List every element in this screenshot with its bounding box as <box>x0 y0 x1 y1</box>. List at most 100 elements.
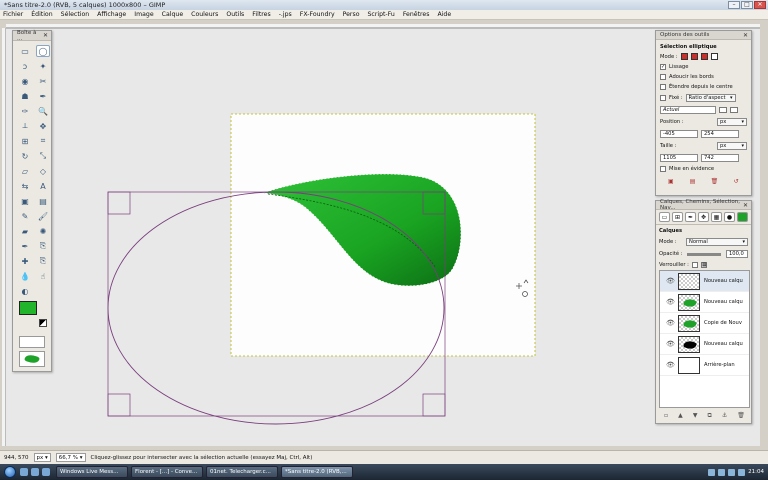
layer-row[interactable]: 👁 Nouveau calqu <box>660 271 749 292</box>
image-preview[interactable] <box>19 351 45 367</box>
menu-edition[interactable]: Édition <box>31 11 52 18</box>
layer-row[interactable]: 👁 Nouveau calqu <box>660 334 749 355</box>
position-unit-dropdown[interactable]: px ▾ <box>717 118 747 126</box>
menu-affichage[interactable]: Affichage <box>97 11 126 18</box>
handle-bottom-left[interactable] <box>107 393 131 417</box>
scissors-icon[interactable]: ✂ <box>36 75 50 87</box>
menu-fenetres[interactable]: Fenêtres <box>403 11 430 18</box>
ink-icon[interactable]: ✒ <box>18 240 32 252</box>
layer-row[interactable]: 👁 Nouveau calqu <box>660 292 749 313</box>
anchor-layer-icon[interactable]: ⚓ <box>722 412 727 419</box>
move-icon[interactable]: ✥ <box>36 120 50 132</box>
opacity-slider[interactable] <box>687 252 721 256</box>
tab-colormap-icon[interactable]: ▦ <box>711 212 722 222</box>
visibility-eye-icon[interactable]: 👁 <box>666 319 675 327</box>
menu-script-fu[interactable]: Script-Fu <box>367 11 394 18</box>
menu-calque[interactable]: Calque <box>162 11 184 18</box>
size-unit-dropdown[interactable]: px ▾ <box>717 142 747 150</box>
layer-row[interactable]: 👁 Copie de Nouv <box>660 313 749 334</box>
menu-image[interactable]: Image <box>134 11 153 18</box>
paintbrush-icon[interactable]: 🖌 <box>36 210 50 222</box>
menu-fichier[interactable]: Fichier <box>3 11 23 18</box>
opacity-input[interactable]: 100,0 <box>726 250 748 258</box>
clock[interactable]: 21:04 <box>748 469 764 475</box>
color-select-icon[interactable]: ◉ <box>18 75 32 87</box>
menu-couleurs[interactable]: Couleurs <box>191 11 218 18</box>
maximize-button[interactable]: □ <box>741 1 753 9</box>
layer-name[interactable]: Arrière-plan <box>704 362 735 368</box>
zoom-icon[interactable]: 🔍 <box>36 105 50 117</box>
tab-layers-icon[interactable]: ▭ <box>659 212 670 222</box>
tab-histogram-icon[interactable]: ● <box>724 212 735 222</box>
default-colors-icon[interactable] <box>39 319 47 327</box>
handle-bottom-right[interactable] <box>422 393 446 417</box>
bucket-fill-icon[interactable]: ▣ <box>18 195 32 207</box>
image-canvas[interactable] <box>6 28 646 446</box>
visibility-eye-icon[interactable]: 👁 <box>666 298 675 306</box>
clone-icon[interactable]: ⎘ <box>36 240 50 252</box>
position-x-input[interactable]: -405 <box>660 130 698 138</box>
fuzzy-select-icon[interactable]: ✦ <box>36 60 50 72</box>
smudge-icon[interactable]: ☝ <box>36 270 50 282</box>
ratio-dropdown[interactable]: Ratio d'aspect ▾ <box>685 94 736 102</box>
mode-intersect-button[interactable] <box>710 53 718 60</box>
quick-launch-icon[interactable] <box>20 468 28 476</box>
reset-options-icon[interactable]: ↺ <box>732 178 740 185</box>
position-y-input[interactable]: 254 <box>701 130 739 138</box>
adoucir-checkbox[interactable] <box>660 74 666 80</box>
tab-navigation-icon[interactable]: ✥ <box>698 212 709 222</box>
foreground-color-swatch[interactable] <box>19 301 37 315</box>
duplicate-layer-icon[interactable]: ⧉ <box>707 412 711 420</box>
menu-filtres[interactable]: Filtres <box>252 11 270 18</box>
layer-mode-dropdown[interactable]: Normal ▾ <box>686 238 748 246</box>
airbrush-icon[interactable]: ✺ <box>36 225 50 237</box>
lock-pixels-checkbox[interactable] <box>691 262 698 268</box>
mode-subtract-button[interactable] <box>700 53 708 60</box>
pencil-icon[interactable]: ✎ <box>18 210 32 222</box>
delete-options-icon[interactable]: 🗑 <box>710 178 719 185</box>
foreground-select-icon[interactable]: ☗ <box>18 90 32 102</box>
close-button[interactable]: ✕ <box>754 1 766 9</box>
tool-options-close-icon[interactable]: ✕ <box>743 32 748 39</box>
raise-layer-icon[interactable]: ▲ <box>678 412 683 419</box>
tray-icon[interactable] <box>738 468 746 476</box>
rect-select-icon[interactable]: ▭ <box>18 45 32 57</box>
visibility-eye-icon[interactable]: 👁 <box>666 340 675 348</box>
tool-options-header[interactable]: Options des outils ✕ <box>656 31 751 40</box>
save-options-icon[interactable]: ▣ <box>667 178 675 185</box>
layer-name[interactable]: Nouveau calqu <box>704 341 743 347</box>
mode-replace-button[interactable] <box>680 53 688 60</box>
brush-preview[interactable] <box>19 336 45 348</box>
tab-swatch-icon[interactable] <box>737 212 748 222</box>
taskbar-item[interactable]: 01net. Telecharger.c... <box>206 466 278 478</box>
ellipse-select-icon[interactable]: ◯ <box>36 45 50 57</box>
menu-aide[interactable]: Aide <box>437 11 451 18</box>
restore-options-icon[interactable]: ▤ <box>689 178 697 185</box>
scale-icon[interactable]: ⤡ <box>36 150 50 162</box>
flip-icon[interactable]: ⇆ <box>18 180 32 192</box>
text-icon[interactable]: A <box>36 180 50 192</box>
size-height-input[interactable]: 742 <box>701 154 739 162</box>
etendre-checkbox[interactable] <box>660 84 666 90</box>
menu-fx-foundry[interactable]: FX-Foundry <box>300 11 335 18</box>
tab-channels-icon[interactable]: ⊞ <box>672 212 683 222</box>
dodge-icon[interactable]: ◐ <box>18 285 32 297</box>
layers-close-icon[interactable]: ✕ <box>743 202 748 209</box>
menu-outils[interactable]: Outils <box>226 11 244 18</box>
color-picker-icon[interactable]: ✑ <box>18 105 32 117</box>
lower-layer-icon[interactable]: ▼ <box>693 412 698 419</box>
perspective-clone-icon[interactable]: ⎘ <box>36 255 50 267</box>
layer-name[interactable]: Copie de Nouv <box>704 320 742 326</box>
handle-top-left[interactable] <box>107 191 131 215</box>
quick-launch-icon[interactable] <box>42 468 50 476</box>
start-button[interactable] <box>0 464 20 480</box>
size-width-input[interactable]: 1105 <box>660 154 698 162</box>
heal-icon[interactable]: ✚ <box>18 255 32 267</box>
eraser-icon[interactable]: ▰ <box>18 225 32 237</box>
shear-icon[interactable]: ▱ <box>18 165 32 177</box>
layer-name[interactable]: Nouveau calqu <box>704 299 743 305</box>
delete-layer-icon[interactable]: 🗑 <box>737 412 745 419</box>
blur-icon[interactable]: 💧 <box>18 270 32 282</box>
mode-add-button[interactable] <box>690 53 698 60</box>
visibility-eye-icon[interactable]: 👁 <box>666 361 675 369</box>
